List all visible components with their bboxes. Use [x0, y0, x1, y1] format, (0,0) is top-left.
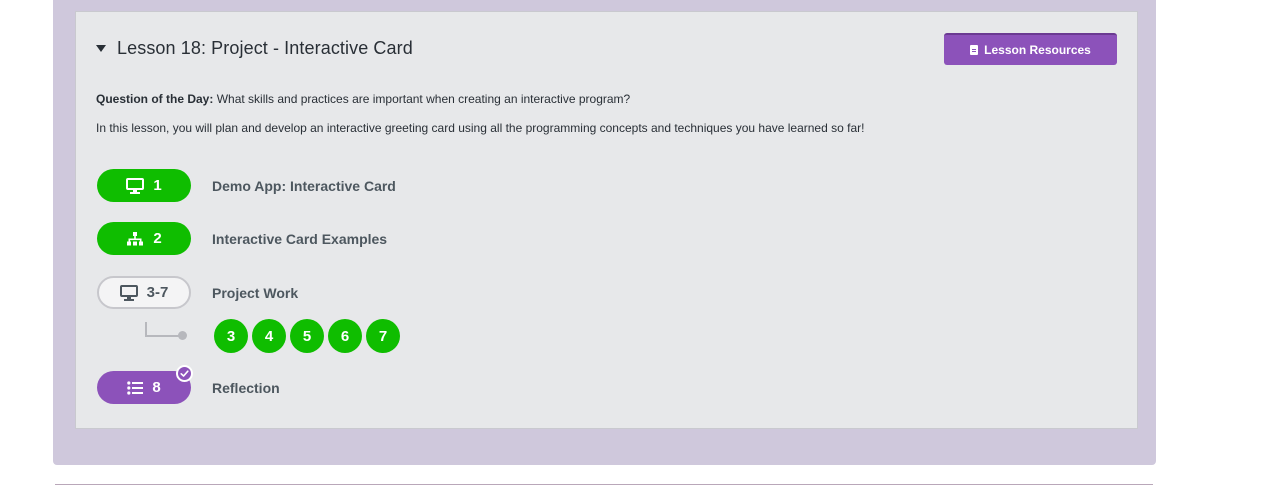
level-label[interactable]: Project Work: [212, 285, 298, 301]
sublevel-bubble-3[interactable]: 3: [214, 319, 248, 353]
sublevel-bubble-6[interactable]: 6: [328, 319, 362, 353]
sublevel-connector-dot: [178, 331, 187, 340]
level-bubble-8[interactable]: 8: [97, 365, 193, 404]
level-row-3-7[interactable]: 3-7 Project Work: [97, 276, 298, 309]
lesson-resources-button[interactable]: Lesson Resources: [944, 33, 1117, 65]
lesson-description: In this lesson, you will plan and develo…: [96, 121, 865, 135]
level-number: 8: [152, 379, 161, 396]
level-bubble-2[interactable]: 2: [97, 222, 191, 255]
level-label[interactable]: Reflection: [212, 380, 280, 396]
level-row-1[interactable]: 1 Demo App: Interactive Card: [97, 169, 396, 202]
level-number: 2: [153, 230, 162, 247]
sitemap-icon: [127, 231, 144, 245]
sublevel-connector: [145, 322, 147, 336]
lesson-resources-label: Lesson Resources: [984, 43, 1091, 57]
level-number: 1: [153, 177, 162, 194]
lesson-card: Lesson 18: Project - Interactive Card Le…: [75, 11, 1138, 429]
desktop-icon: [126, 177, 145, 194]
level-number: 3-7: [146, 284, 169, 301]
desktop-icon: [119, 284, 138, 301]
question-label: Question of the Day:: [96, 92, 214, 106]
checkmark-icon: [180, 370, 189, 377]
question-text: What skills and practices are important …: [216, 92, 631, 106]
caret-down-icon[interactable]: [96, 45, 106, 52]
level-label[interactable]: Demo App: Interactive Card: [212, 178, 396, 194]
level-row-8[interactable]: 8 Reflection: [97, 365, 280, 404]
level-label[interactable]: Interactive Card Examples: [212, 231, 387, 247]
level-row-2[interactable]: 2 Interactive Card Examples: [97, 222, 387, 255]
check-badge: [176, 365, 193, 382]
sublevel-bubble-7[interactable]: 7: [366, 319, 400, 353]
divider: [55, 484, 1153, 485]
level-bubble-3-7[interactable]: 3-7: [97, 276, 191, 309]
list-icon: [127, 380, 144, 395]
lesson-header[interactable]: Lesson 18: Project - Interactive Card: [96, 38, 413, 59]
sublevel-group: 3 4 5 6 7: [214, 319, 400, 353]
sublevel-bubble-5[interactable]: 5: [290, 319, 324, 353]
level-bubble-1[interactable]: 1: [97, 169, 191, 202]
question-of-the-day: Question of the Day: What skills and pra…: [96, 92, 630, 106]
file-icon: [970, 45, 979, 55]
sublevel-bubble-4[interactable]: 4: [252, 319, 286, 353]
lesson-title[interactable]: Lesson 18: Project - Interactive Card: [117, 38, 413, 59]
